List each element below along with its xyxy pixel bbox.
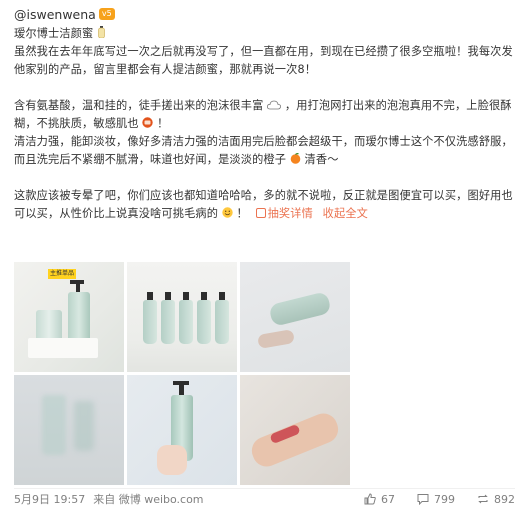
post-title-text: 瑷尔博士洁颜蜜 (14, 27, 94, 40)
post-image-4[interactable] (14, 375, 124, 485)
paragraph-3-part-b: 清香～ (304, 153, 339, 166)
lottery-details-label: 抽奖详情 (267, 207, 313, 220)
like-button[interactable]: 67 (364, 493, 395, 506)
lottery-details-link[interactable]: 抽奖详情 (252, 207, 317, 220)
promo-sticker: 主推单品 (48, 269, 76, 279)
paragraph-2-part-a: 含有氨基酸，温和挂的，徒手搓出来的泡沫很丰富 (14, 99, 264, 112)
post-image-6[interactable] (240, 375, 350, 485)
thumbs-up-icon (364, 493, 376, 505)
paragraph-4: 这款应该被专晕了吧，你们应该也都知道哈哈哈，多的就不说啦，反正就是图便宜可以买，… (14, 187, 519, 223)
paragraph-2-part-c: ！ (157, 117, 169, 130)
bottle-emoji-icon (98, 26, 105, 38)
paragraph-3-part-a: 清洁力强，能卸淡妆，像好多清洁力强的洁面用完后脸都会超级干，而瑷尔博士这个不仅洗… (14, 135, 513, 166)
post-body: 瑷尔博士洁颜蜜 虽然我在去年年底写过一次之后就再没写了，但一直都在用，到现在已经… (14, 25, 519, 223)
post-image-1[interactable]: 主推单品 (14, 262, 124, 372)
paragraph-3: 清洁力强，能卸淡妆，像好多清洁力强的洁面用完后脸都会超级干，而瑷尔博士这个不仅洗… (14, 133, 519, 169)
paragraph-4-part-b: ！ (236, 207, 248, 220)
like-count: 67 (381, 492, 395, 506)
post-source: 来自 微博 weibo.com (93, 493, 204, 506)
post-image-5[interactable] (127, 375, 237, 485)
post-image-2[interactable] (127, 262, 237, 372)
repost-icon (478, 494, 488, 504)
smile-emoji-icon (222, 207, 233, 218)
post-actions: 67 799 892 (364, 493, 515, 506)
post-image-3[interactable] (240, 262, 350, 372)
paragraph-1: 虽然我在去年年底写过一次之后就再没写了，但一直都在用，到现在已经攒了很多空瓶啦！… (14, 45, 513, 76)
post-meta: 5月9日 19:57 来自 微博 weibo.com (14, 491, 204, 507)
repost-count: 892 (494, 492, 515, 506)
vip-badge-icon[interactable]: v5 (98, 8, 115, 20)
lottery-icon (255, 208, 266, 218)
repost-button[interactable]: 892 (477, 493, 515, 506)
post-header: @iswenwena v5 (14, 4, 115, 24)
timestamp[interactable]: 5月9日 19:57 (14, 491, 85, 507)
author-name[interactable]: @iswenwena (14, 7, 96, 22)
post-title: 瑷尔博士洁颜蜜 (14, 25, 519, 43)
ok-emoji-icon (142, 117, 154, 128)
comment-button[interactable]: 799 (417, 493, 455, 506)
image-grid: 主推单品 (14, 262, 350, 485)
comment-count: 799 (434, 492, 455, 506)
collapse-text-link[interactable]: 收起全文 (323, 207, 368, 220)
post-footer: 5月9日 19:57 来自 微博 weibo.com 67 799 892 (14, 488, 515, 509)
paragraph-2: 含有氨基酸，温和挂的，徒手搓出来的泡沫很丰富 ，用打泡网打出来的泡泡真用不完，上… (14, 97, 519, 133)
cloud-emoji-icon (267, 100, 282, 110)
orange-emoji-icon (290, 153, 301, 164)
weibo-post: @iswenwena v5 瑷尔博士洁颜蜜 虽然我在去年年底写过一次之后就再没写… (0, 0, 529, 513)
comment-icon (417, 494, 429, 505)
